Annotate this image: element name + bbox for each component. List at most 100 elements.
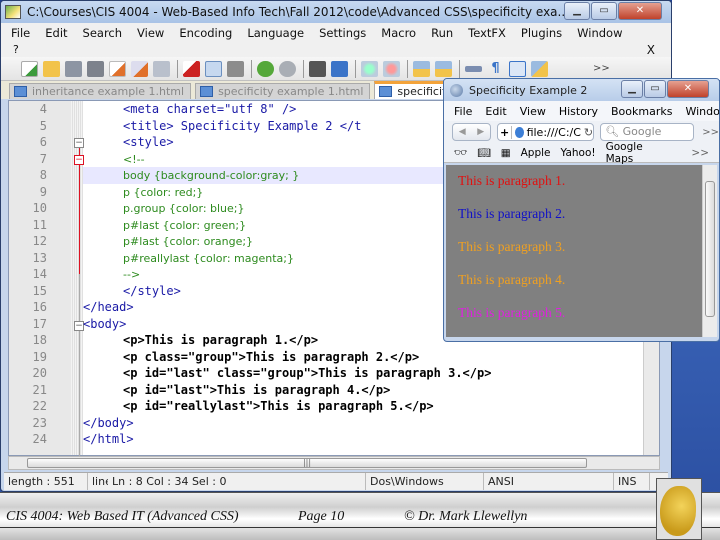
notepad-window-controls: ▁ ▭ ✕	[563, 2, 662, 20]
reader-glasses-icon[interactable]: 👓︎	[454, 146, 467, 159]
browser-close-button[interactable]: ✕	[667, 80, 709, 98]
sync-vertical-icon[interactable]	[413, 60, 430, 77]
page-paragraph-2: This is paragraph 2.	[458, 206, 566, 221]
paste-icon[interactable]	[227, 60, 244, 77]
browser-vertical-scrollbar[interactable]	[702, 165, 717, 337]
bookmarks-overflow-button[interactable]: >>	[691, 147, 709, 159]
menu-settings[interactable]: Settings	[319, 26, 366, 40]
word-wrap-icon[interactable]	[465, 65, 482, 72]
browser-menu-file[interactable]: File	[454, 105, 472, 118]
line-number: 23	[32, 415, 47, 430]
browser-maximize-button[interactable]: ▭	[644, 80, 666, 98]
menu-run[interactable]: Run	[431, 26, 453, 40]
editor-horizontal-scrollbar[interactable]: |||	[8, 456, 660, 470]
browser-menu-window[interactable]: Window	[685, 105, 719, 118]
forward-icon[interactable]: ▶	[472, 124, 491, 140]
menu-edit[interactable]: Edit	[45, 26, 67, 40]
status-position: Ln : 8 Col : 34 Sel : 0	[108, 473, 366, 490]
footer-author: © Dr. Mark Llewellyn	[404, 509, 528, 524]
tab-inheritance-example-1[interactable]: inheritance example 1.html	[9, 83, 192, 99]
copy-icon[interactable]	[205, 60, 222, 77]
bookmarks-book-icon[interactable]: 📖︎	[477, 146, 490, 159]
back-icon[interactable]: ◀	[453, 124, 472, 140]
saved-file-icon	[379, 86, 393, 97]
bookmarks-bar: 👓︎ 📖︎ ▦ Apple Yahoo! Google Maps >>	[444, 141, 719, 165]
notepad-menubar: File Edit Search View Encoding Language …	[1, 23, 671, 43]
browser-menu-edit[interactable]: Edit	[485, 105, 506, 118]
open-file-icon[interactable]	[43, 60, 60, 77]
show-all-chars-icon[interactable]: ¶	[487, 61, 504, 77]
save-all-icon[interactable]	[87, 60, 104, 77]
save-icon[interactable]	[65, 60, 82, 77]
menu-macro[interactable]: Macro	[381, 26, 416, 40]
menu-window[interactable]: Window	[577, 26, 622, 40]
page-paragraph-5: This is paragraph 5.	[458, 305, 566, 320]
maximize-button[interactable]: ▭	[591, 2, 617, 20]
bookmark-apple[interactable]: Apple	[521, 147, 551, 159]
undo-icon[interactable]	[257, 60, 274, 77]
code-text: <body>	[83, 316, 127, 331]
zoom-out-icon[interactable]	[383, 60, 400, 77]
browser-menubar: File Edit View History Bookmarks Window …	[444, 101, 719, 121]
search-icon: 🔍︎	[605, 125, 620, 138]
menu-language[interactable]: Language	[247, 26, 304, 40]
add-bookmark-icon[interactable]: +	[498, 125, 513, 139]
menu-view[interactable]: View	[137, 26, 164, 40]
line-number: 11	[32, 217, 47, 232]
redo-icon[interactable]	[279, 60, 296, 77]
browser-menu-history[interactable]: History	[559, 105, 598, 118]
menu-encoding[interactable]: Encoding	[179, 26, 232, 40]
code-line: <p id="reallylast">This is paragraph 5.<…	[83, 398, 659, 415]
page-paragraph-4: This is paragraph 4.	[458, 272, 566, 287]
menu-plugins[interactable]: Plugins	[521, 26, 562, 40]
new-file-icon[interactable]	[21, 60, 38, 77]
close-document-button[interactable]: X	[647, 43, 655, 57]
close-button[interactable]: ✕	[618, 2, 662, 20]
code-line: <p id="last">This is paragraph 4.</p>	[83, 382, 659, 399]
code-text: <meta charset="utf 8" />	[123, 102, 297, 116]
horizontal-scroll-thumb[interactable]: |||	[27, 458, 587, 468]
university-pegasus-logo	[660, 486, 696, 536]
print-icon[interactable]	[153, 60, 170, 77]
menu-search[interactable]: Search	[83, 26, 123, 40]
code-text: <p id="last">This is paragraph 4.</p>	[123, 382, 391, 397]
line-number: 14	[32, 267, 47, 281]
browser-window-controls: ▁ ▭ ✕	[620, 80, 709, 98]
zoom-in-icon[interactable]	[361, 60, 378, 77]
code-text: <title> Specificity Example 2 </t	[123, 118, 362, 133]
saved-file-icon	[14, 86, 27, 97]
line-number: 20	[32, 366, 47, 380]
toolbar-more-button[interactable]: >>	[593, 63, 610, 74]
nav-overflow-button[interactable]: >>	[702, 127, 719, 138]
top-sites-grid-icon[interactable]: ▦	[501, 147, 511, 159]
browser-menu-view[interactable]: View	[520, 105, 546, 118]
replace-icon[interactable]	[331, 60, 348, 77]
bookmark-google-maps[interactable]: Google Maps	[606, 141, 672, 165]
bookmark-yahoo[interactable]: Yahoo!	[561, 147, 596, 159]
indent-guide-icon[interactable]	[509, 60, 526, 77]
browser-minimize-button[interactable]: ▁	[621, 80, 643, 98]
find-icon[interactable]	[309, 60, 326, 77]
tab-specificity-example-1[interactable]: specificity example 1.html	[195, 83, 371, 99]
cut-icon[interactable]	[183, 60, 200, 77]
browser-menu-bookmarks[interactable]: Bookmarks	[611, 105, 672, 118]
slide-white-corner	[672, 0, 720, 80]
sync-horizontal-icon[interactable]	[435, 60, 452, 77]
menu-textfx[interactable]: TextFX	[468, 26, 506, 40]
browser-scroll-thumb[interactable]	[705, 181, 715, 317]
search-input[interactable]: 🔍︎ Google	[600, 123, 695, 141]
line-number: 6	[39, 135, 47, 149]
menu-help[interactable]: ?	[13, 43, 19, 56]
line-number: 19	[32, 349, 47, 364]
minimize-button[interactable]: ▁	[564, 2, 590, 20]
line-number: 10	[32, 201, 47, 215]
address-bar[interactable]: + file:///C:/C ↻	[497, 123, 595, 141]
toolbar-separator	[407, 59, 408, 78]
close-all-icon[interactable]	[131, 60, 148, 77]
close-file-icon[interactable]	[109, 60, 126, 77]
line-number: 17	[32, 316, 47, 331]
code-text: -->	[123, 268, 141, 281]
menu-file[interactable]: File	[11, 26, 30, 40]
user-lang-icon[interactable]	[531, 60, 548, 77]
reload-icon[interactable]: ↻	[584, 126, 593, 139]
